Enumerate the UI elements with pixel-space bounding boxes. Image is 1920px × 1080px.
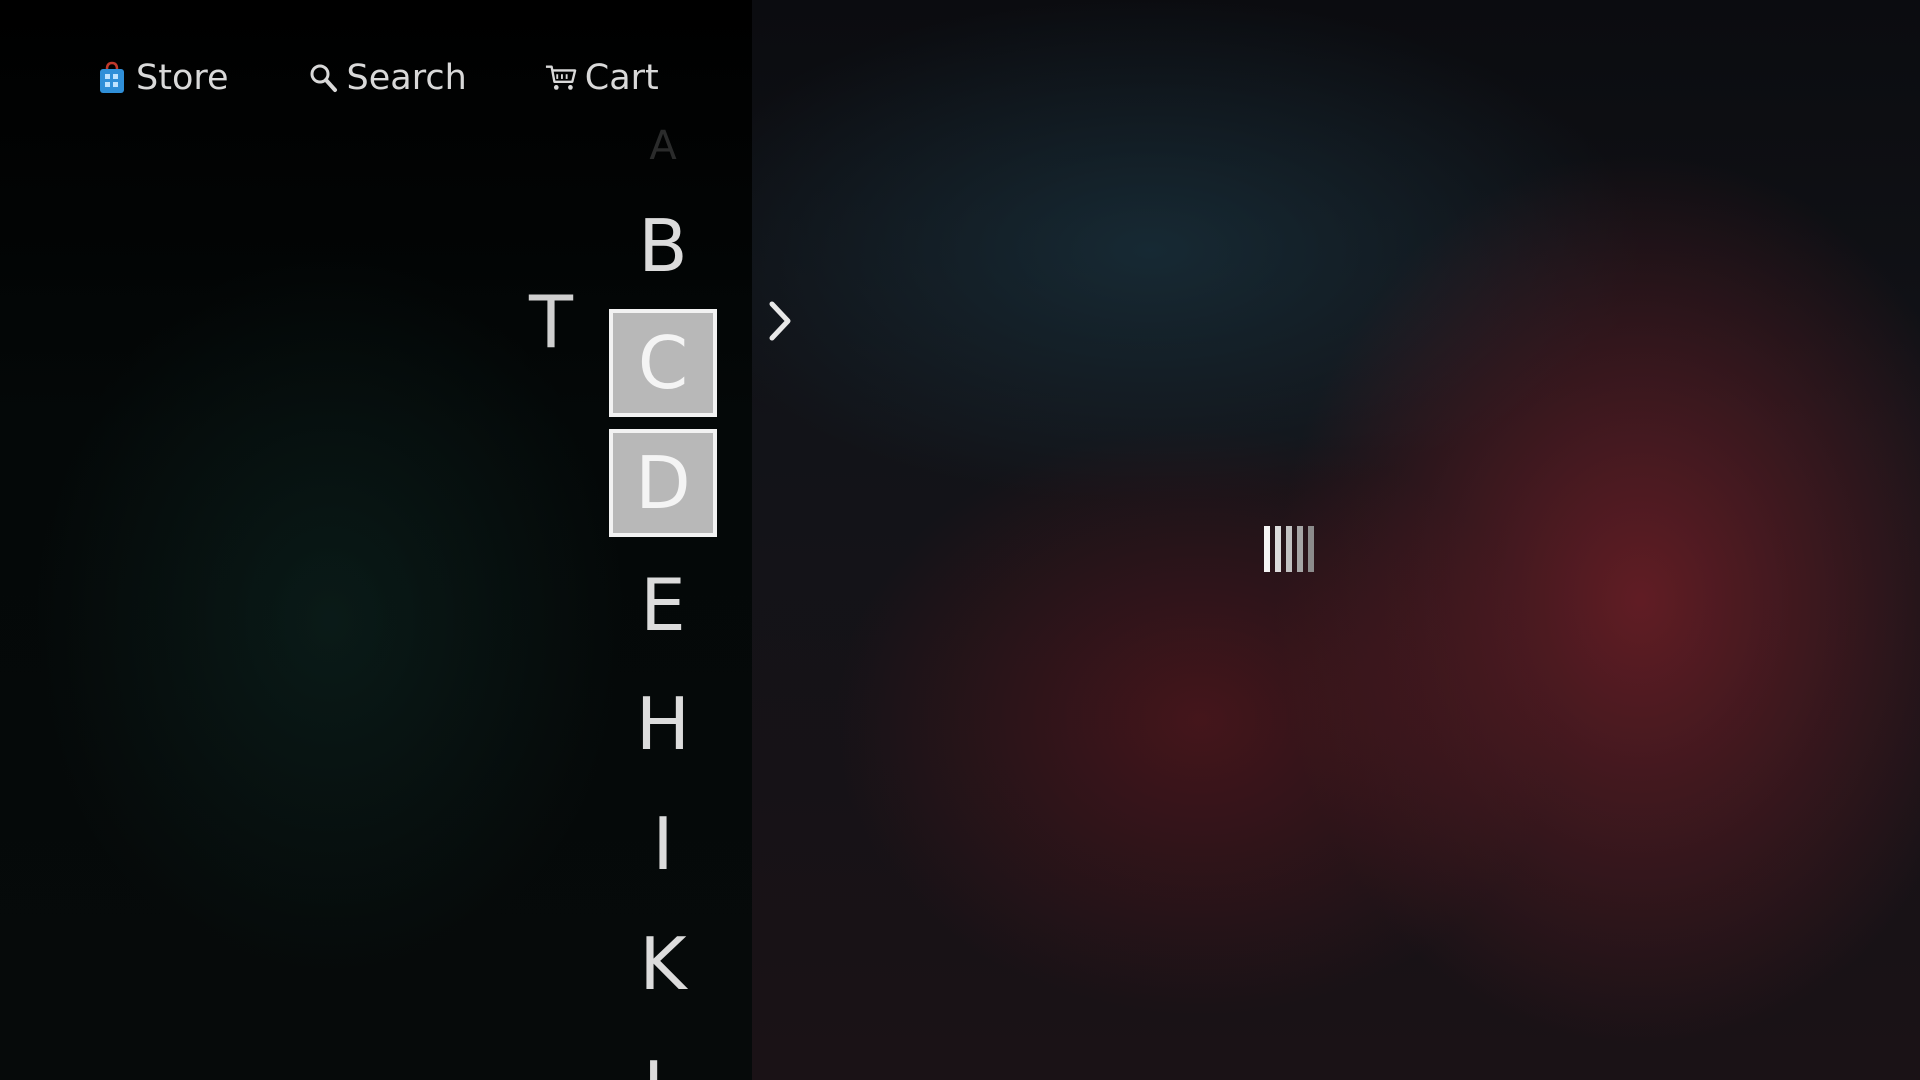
nav-cart[interactable]: Cart (545, 58, 659, 98)
store-screen: Store Search Cart T A B C D E H I K (0, 0, 1920, 1080)
category-letter[interactable]: T (522, 270, 580, 374)
cart-icon (545, 61, 577, 95)
nav-search[interactable]: Search (307, 58, 467, 98)
letter-item-d[interactable]: D (609, 429, 717, 537)
search-icon (307, 61, 339, 95)
letter-item-k[interactable]: K (609, 912, 717, 1016)
loading-bar (1297, 526, 1303, 572)
letter-item-h[interactable]: H (609, 672, 717, 776)
nav-search-label: Search (346, 58, 467, 98)
nav-cart-label: Cart (584, 58, 659, 98)
nav-store-label: Store (136, 58, 229, 98)
letter-item-i[interactable]: I (609, 792, 717, 896)
letter-item-b[interactable]: B (609, 194, 717, 298)
loading-bar (1275, 526, 1281, 572)
shopping-bag-icon (96, 61, 128, 95)
top-nav: Store Search Cart (96, 50, 737, 106)
loading-bars-icon (1264, 526, 1319, 572)
loading-bar (1308, 526, 1314, 572)
letter-item-a[interactable]: A (609, 126, 717, 166)
loading-bar (1286, 526, 1292, 572)
nav-store[interactable]: Store (96, 58, 229, 98)
chevron-right-icon[interactable] (766, 298, 796, 344)
loading-bar (1264, 526, 1270, 572)
letter-item-l[interactable]: L (609, 1058, 717, 1080)
letter-item-c[interactable]: C (609, 309, 717, 417)
letter-item-e[interactable]: E (609, 553, 717, 657)
